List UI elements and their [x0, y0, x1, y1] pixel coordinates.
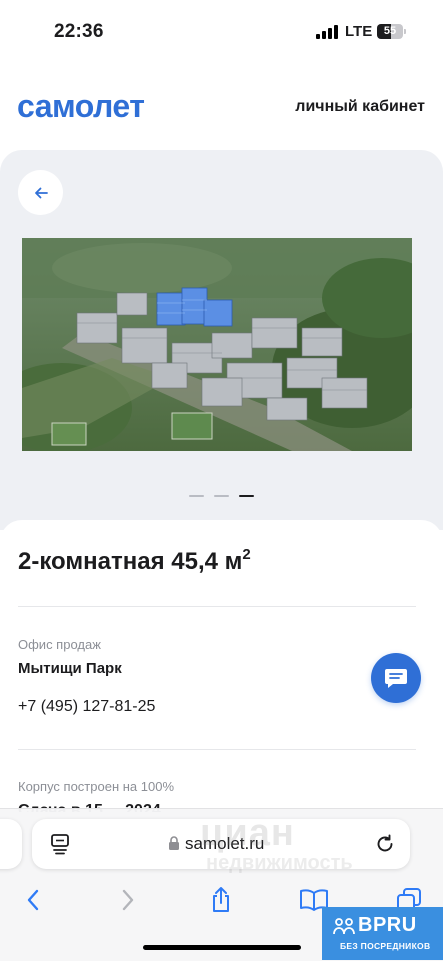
- battery-level: 55: [383, 25, 397, 37]
- gallery-pagination: [0, 495, 443, 497]
- home-indicator: [143, 945, 301, 950]
- chat-bubble-icon: [385, 669, 407, 688]
- status-time: 22:36: [54, 21, 104, 42]
- build-status-label: Корпус построен на 100%: [18, 779, 175, 794]
- divider: [18, 749, 416, 750]
- page-menu-icon[interactable]: [50, 833, 70, 855]
- office-label: Офис продаж: [18, 637, 101, 652]
- chat-button[interactable]: [371, 653, 421, 703]
- lock-icon: [169, 836, 179, 850]
- complex-aerial-photo[interactable]: [22, 238, 412, 451]
- chevron-left-icon: [27, 889, 39, 911]
- share-icon: [213, 887, 229, 912]
- cian-watermark: циан: [200, 812, 295, 854]
- gallery-dot[interactable]: [189, 495, 204, 497]
- site-header: самолет личный кабинет: [0, 66, 443, 150]
- account-link[interactable]: личный кабинет: [295, 98, 425, 116]
- office-phone[interactable]: +7 (495) 127-81-25: [18, 698, 155, 716]
- chevron-right-icon: [122, 889, 134, 911]
- signal-icon: [316, 25, 338, 39]
- brand-logo[interactable]: самолет: [17, 88, 145, 125]
- back-button[interactable]: [18, 170, 63, 215]
- gallery-dot[interactable]: [214, 495, 229, 497]
- battery-icon: 55: [377, 24, 403, 39]
- flat-title-unit-exponent: 2: [242, 546, 251, 563]
- bpru-name: BPRU: [358, 914, 417, 936]
- flat-title-text: 2-комнатная 45,4 м: [18, 548, 243, 575]
- cian-watermark-sub: недвижимость: [206, 852, 353, 874]
- reload-icon[interactable]: [374, 833, 396, 855]
- arrow-left-icon: [34, 187, 48, 198]
- back-nav-button[interactable]: [18, 885, 48, 915]
- share-button[interactable]: [206, 885, 236, 915]
- bpru-badge: BPRU БЕЗ ПОСРЕДНИКОВ: [322, 907, 443, 960]
- previous-tab-preview[interactable]: [0, 819, 22, 869]
- flat-info-card: 2-комнатная 45,4 м2 Офис продаж Мытищи П…: [0, 520, 443, 820]
- status-bar: 22:36 LTE 55: [0, 0, 443, 66]
- aerial-render-image: [22, 238, 412, 451]
- bpru-subtitle: БЕЗ ПОСРЕДНИКОВ: [340, 941, 431, 951]
- office-name: Мытищи Парк: [18, 660, 122, 677]
- forward-nav-button[interactable]: [113, 885, 143, 915]
- people-icon: [333, 918, 355, 935]
- flat-title: 2-комнатная 45,4 м2: [18, 546, 251, 576]
- divider: [18, 606, 416, 607]
- gallery-dot[interactable]: [239, 495, 254, 497]
- network-type: LTE: [345, 23, 373, 40]
- photo-gallery: [0, 150, 443, 530]
- battery-cap: [404, 29, 406, 34]
